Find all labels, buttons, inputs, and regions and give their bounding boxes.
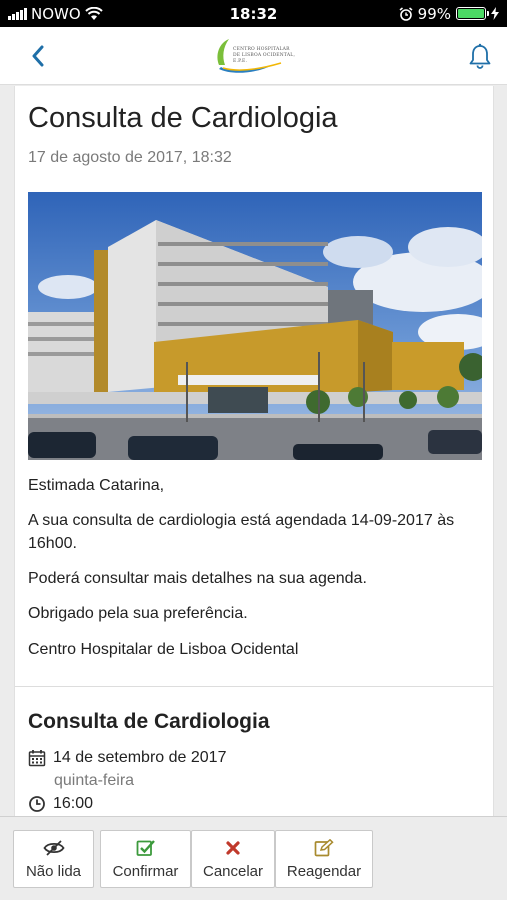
hospital-logo: CENTRO HOSPITALAR DE LISBOA OCIDENTAL, E… [211,37,296,75]
check-square-icon [136,839,156,857]
reschedule-label: Reagendar [286,862,362,880]
message-date: 17 de agosto de 2017, 18:32 [28,149,232,166]
appointment-time: 16:00 [53,795,94,812]
confirm-label: Confirmar [112,862,179,880]
page-title: Consulta de Cardiologia [28,102,338,134]
mark-unread-label: Não lida [25,862,82,880]
nav-bar: CENTRO HOSPITALAR DE LISBOA OCIDENTAL, E… [0,27,507,85]
appointment-date-row: 14 de setembro de 2017 [28,749,226,767]
calendar-icon [28,750,46,767]
charging-icon [491,7,499,20]
bell-icon [469,43,491,69]
message-thanks: Obrigado pela sua preferência. [28,605,248,622]
status-bar-right: 99% [399,0,499,27]
hospital-photo [28,192,482,460]
battery-fill [458,9,484,18]
divider [15,686,493,687]
edit-icon [314,838,334,857]
message-card: Consulta de Cardiologia 17 de agosto de … [14,86,494,816]
appointment-weekday: quinta-feira [54,772,135,789]
cancel-button[interactable]: Cancelar [191,830,275,888]
mark-unread-button[interactable]: Não lida [13,830,94,888]
confirm-button[interactable]: Confirmar [100,830,191,888]
notifications-button[interactable] [465,40,495,72]
x-icon [225,839,241,857]
appointment-title: Consulta de Cardiologia [28,710,270,733]
logo-text: CENTRO HOSPITALAR DE LISBOA OCIDENTAL, E… [233,47,296,64]
alarm-icon [399,6,413,21]
clock-icon [29,796,45,812]
bottom-toolbar: Não lida Confirmar Cancelar Reagendar [0,816,507,900]
chevron-left-icon [32,45,44,67]
appointment-time-row: 16:00 [28,795,93,813]
status-bar: NOWO 18:32 99% [0,0,507,27]
appointment-date: 14 de setembro de 2017 [53,749,227,766]
message-details: Poderá consultar mais detalhes na sua ag… [28,570,367,587]
back-button[interactable] [22,40,54,72]
reschedule-button[interactable]: Reagendar [275,830,373,888]
cancel-label: Cancelar [202,862,264,880]
message-body: A sua consulta de cardiologia está agend… [28,512,455,552]
eye-slash-icon [42,839,65,857]
message-greeting: Estimada Catarina, [28,477,165,494]
battery-icon [456,7,489,20]
message-signature: Centro Hospitalar de Lisboa Ocidental [28,641,299,658]
battery-percent: 99% [417,4,451,23]
